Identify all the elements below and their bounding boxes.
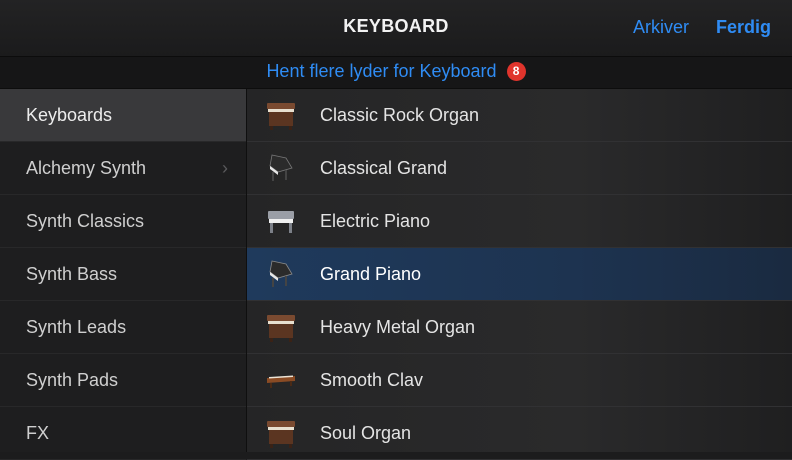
archive-button[interactable]: Arkiver (633, 17, 689, 38)
sidebar-item-synth-bass[interactable]: Synth Bass (0, 248, 246, 301)
instrument-list: Classic Rock Organ Classical Grand Elect… (247, 89, 792, 460)
organ-icon (267, 421, 295, 448)
sidebar-item-label: Synth Leads (26, 317, 127, 337)
get-more-sounds-banner[interactable]: Hent flere lyder for Keyboard 8 (0, 57, 792, 89)
navigation-bar: KEYBOARD Arkiver Ferdig (0, 0, 792, 57)
sidebar-item-label: Synth Classics (26, 211, 145, 231)
notification-badge: 8 (506, 62, 526, 81)
instrument-row-smooth-clav[interactable]: Smooth Clav (247, 354, 792, 407)
instrument-row-classic-rock-organ[interactable]: Classic Rock Organ (247, 89, 792, 142)
instrument-row-heavy-metal-organ[interactable]: Heavy Metal Organ (247, 301, 792, 354)
grand-piano-icon (269, 260, 293, 287)
sidebar-item-label: Keyboards (26, 105, 113, 125)
sidebar-item-keyboards[interactable]: Keyboards (0, 89, 246, 142)
instrument-label: Smooth Clav (320, 370, 424, 390)
grand-piano-icon (269, 154, 293, 181)
instrument-label: Heavy Metal Organ (320, 317, 476, 337)
instrument-row-electric-piano[interactable]: Electric Piano (247, 195, 792, 248)
instrument-row-classical-grand[interactable]: Classical Grand (247, 142, 792, 195)
chevron-right-icon: › (222, 158, 228, 178)
sidebar-item-synth-leads[interactable]: Synth Leads (0, 301, 246, 354)
sidebar-item-alchemy-synth[interactable]: Alchemy Synth › (0, 142, 246, 195)
sidebar-item-label: Synth Pads (26, 370, 119, 390)
sidebar-item-fx[interactable]: FX (0, 407, 246, 460)
organ-icon (267, 103, 295, 130)
sidebar-item-synth-classics[interactable]: Synth Classics (0, 195, 246, 248)
electric-piano-icon (268, 211, 294, 233)
organ-icon (267, 315, 295, 342)
instrument-row-grand-piano[interactable]: Grand Piano (247, 248, 792, 301)
sidebar-item-label: FX (26, 423, 50, 443)
category-sidebar: Keyboards Alchemy Synth › Synth Classics… (0, 89, 247, 460)
instrument-label: Electric Piano (320, 211, 431, 231)
instrument-label: Classic Rock Organ (320, 105, 480, 125)
get-more-sounds-link[interactable]: Hent flere lyder for Keyboard (266, 61, 496, 82)
clav-icon (267, 375, 295, 388)
done-button[interactable]: Ferdig (716, 17, 771, 38)
instrument-label: Grand Piano (320, 264, 422, 284)
instrument-row-soul-organ[interactable]: Soul Organ (247, 407, 792, 460)
sidebar-item-label: Synth Bass (26, 264, 118, 284)
instrument-label: Soul Organ (320, 423, 412, 443)
instrument-label: Classical Grand (320, 158, 448, 178)
sidebar-item-synth-pads[interactable]: Synth Pads (0, 354, 246, 407)
sidebar-item-label: Alchemy Synth (26, 158, 147, 178)
